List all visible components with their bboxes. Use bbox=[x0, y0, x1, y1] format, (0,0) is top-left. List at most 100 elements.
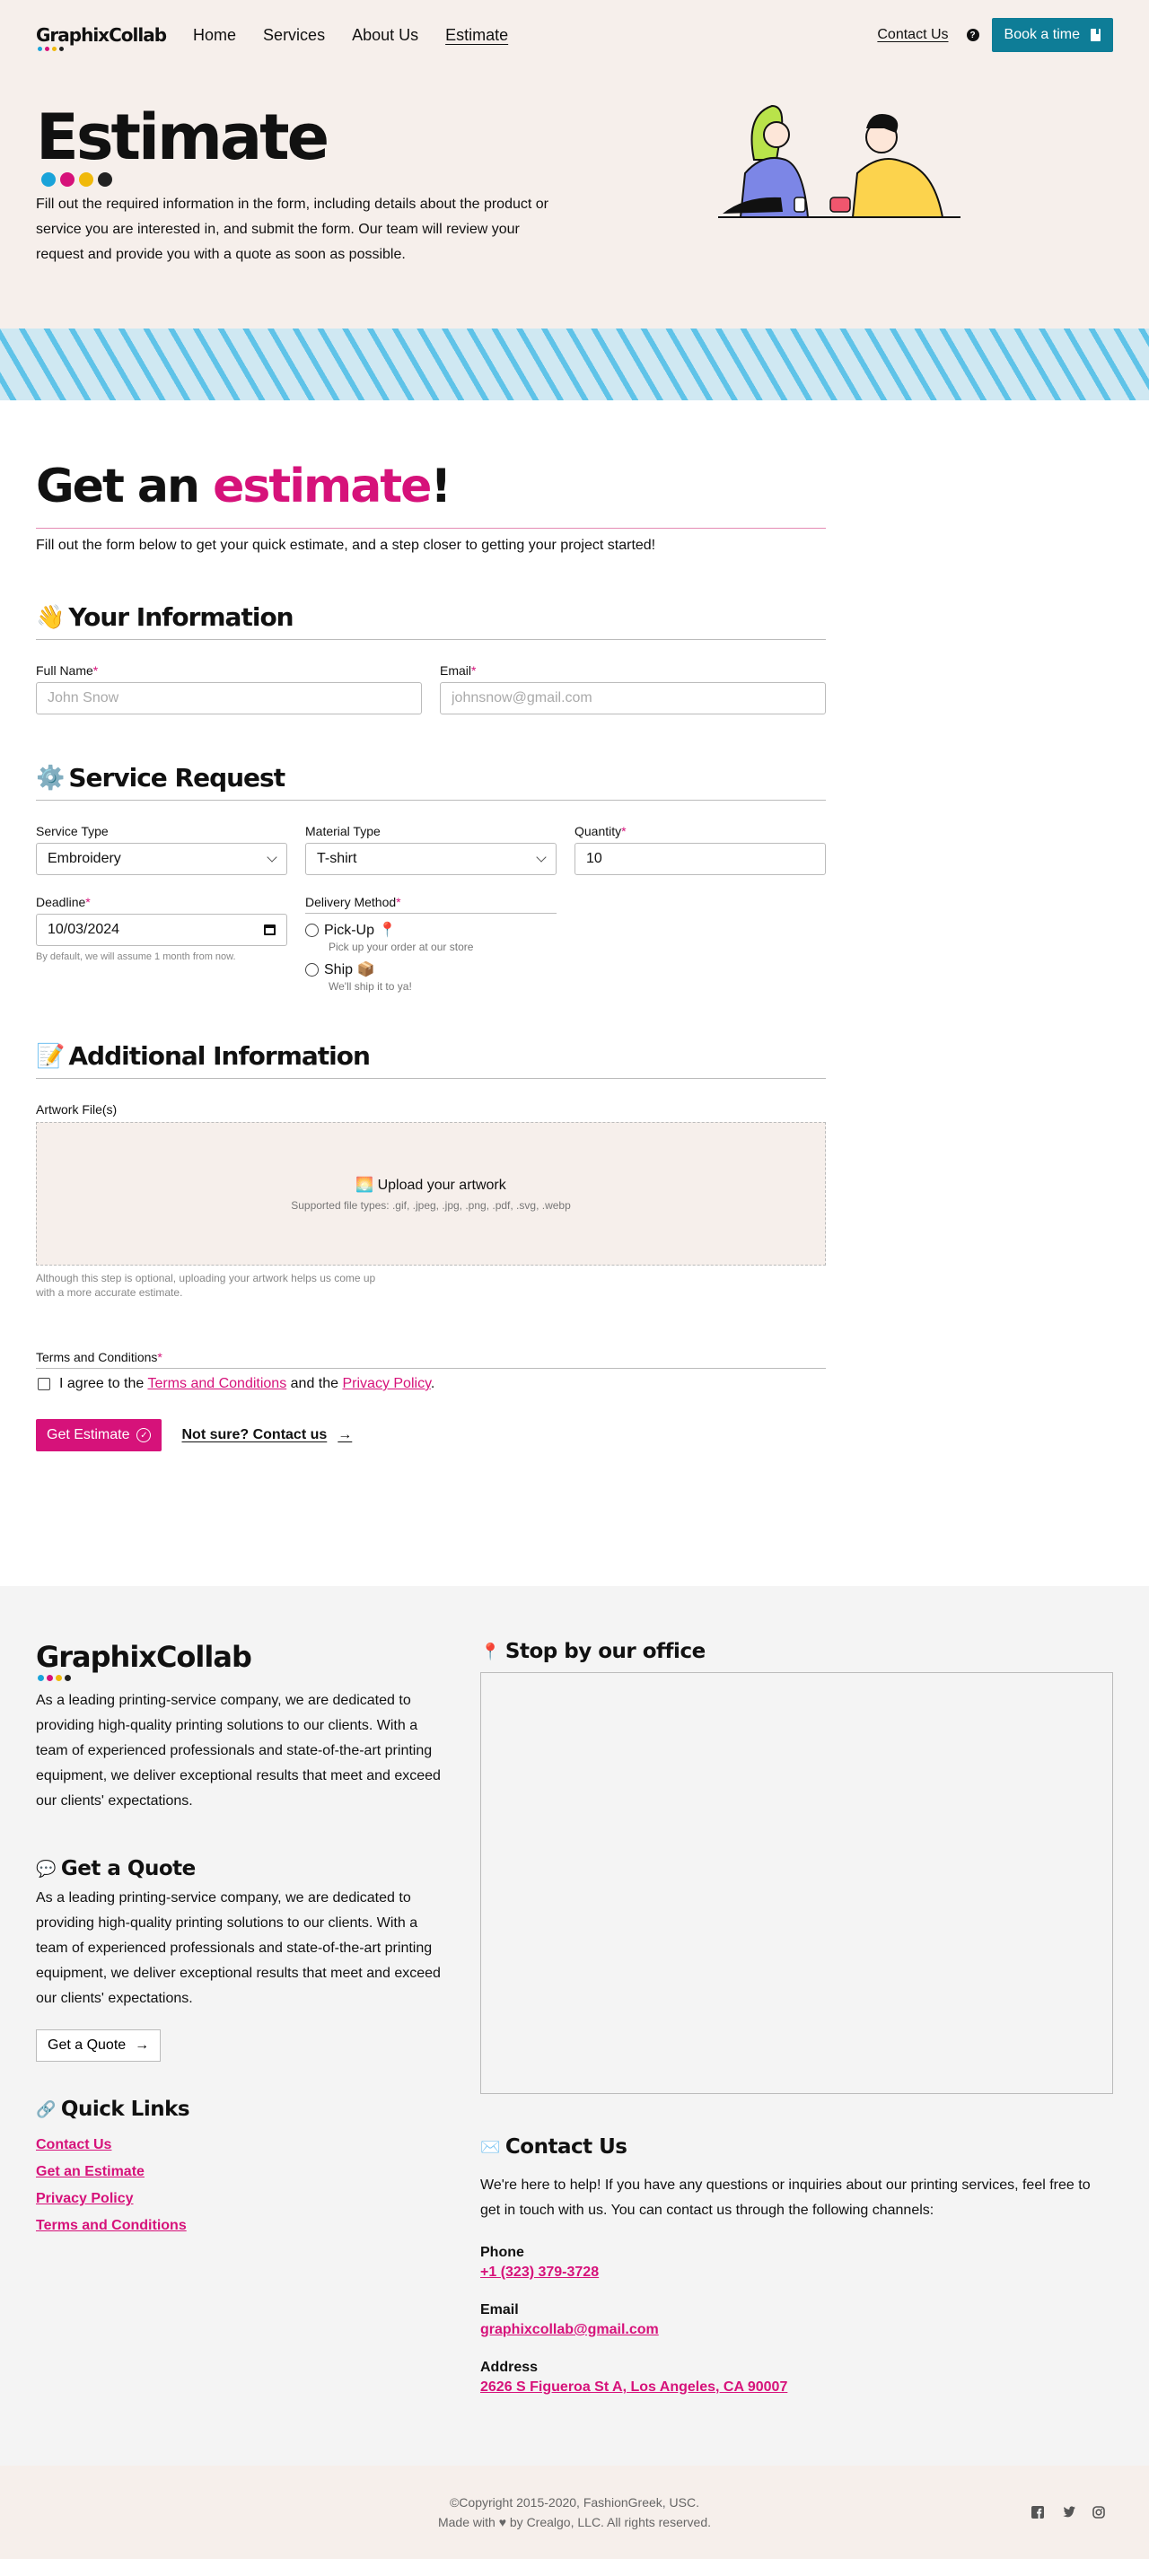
privacy-link[interactable]: Privacy Policy bbox=[342, 1376, 430, 1391]
section-title: Your Information bbox=[68, 602, 294, 632]
delivery-row: Deadline* 10/03/2024 By default, we will… bbox=[36, 895, 826, 993]
quick-link-privacy[interactable]: Privacy Policy bbox=[36, 2191, 444, 2207]
form-actions: Get Estimate ✓ Not sure? Contact us → bbox=[36, 1419, 826, 1451]
nav-right: Contact Us ? Book a time bbox=[877, 18, 1113, 52]
nav-link-services[interactable]: Services bbox=[263, 26, 325, 45]
logo[interactable]: GraphixCollab bbox=[36, 24, 167, 51]
service-type-select[interactable]: Embroidery bbox=[36, 843, 287, 875]
artwork-field: Artwork File(s) 🌅 Upload your artwork Su… bbox=[36, 1102, 826, 1300]
artwork-note: Although this step is optional, uploadin… bbox=[36, 1272, 376, 1299]
email-input[interactable] bbox=[440, 682, 826, 714]
memo-icon: 📝 bbox=[36, 1042, 66, 1069]
section-header: 📝 Additional Information bbox=[36, 1041, 826, 1079]
logo-dots bbox=[38, 1675, 71, 1681]
office-map[interactable] bbox=[480, 1672, 1113, 2094]
speech-bubble-icon: 💬 bbox=[36, 1859, 56, 1879]
email-link[interactable]: graphixcollab@gmail.com bbox=[480, 2322, 1113, 2338]
full-name-input[interactable] bbox=[36, 682, 422, 714]
material-type-field: Material Type T-shirt bbox=[305, 824, 557, 875]
quick-link-contact[interactable]: Contact Us bbox=[36, 2137, 444, 2153]
facebook-icon[interactable] bbox=[1031, 2505, 1045, 2519]
office-heading: 📍 Stop by our office bbox=[480, 1640, 706, 1663]
top-nav: GraphixCollab Home Services About Us Est… bbox=[0, 0, 1149, 70]
footer-left: GraphixCollab As a leading printing-serv… bbox=[36, 1640, 444, 2412]
get-estimate-label: Get Estimate bbox=[47, 1427, 130, 1442]
delivery-method-label: Delivery Method* bbox=[305, 895, 557, 914]
contact-text: We're here to help! If you have any ques… bbox=[480, 2177, 1091, 2218]
form-title: Get an estimate! bbox=[36, 463, 826, 510]
waving-hand-icon: 👋 bbox=[36, 603, 66, 630]
deadline-date-input[interactable]: 10/03/2024 bbox=[36, 914, 287, 946]
nav-link-estimate[interactable]: Estimate bbox=[445, 26, 508, 45]
deadline-field: Deadline* 10/03/2024 By default, we will… bbox=[36, 895, 287, 993]
terms-checkbox[interactable] bbox=[38, 1378, 50, 1390]
get-estimate-button[interactable]: Get Estimate ✓ bbox=[36, 1419, 162, 1451]
info-row: Full Name* Email* bbox=[36, 663, 826, 714]
book-a-time-button[interactable]: Book a time bbox=[991, 18, 1113, 52]
pickup-option[interactable]: Pick-Up 📍 bbox=[305, 921, 557, 939]
terms-link[interactable]: Terms and Conditions bbox=[147, 1376, 286, 1391]
upload-file-types: Supported file types: .gif, .jpeg, .jpg,… bbox=[291, 1199, 571, 1212]
service-request-section: ⚙️ Service Request Service Type Embroide… bbox=[36, 763, 826, 993]
estimate-form: Get an estimate! Fill out the form below… bbox=[0, 400, 862, 1451]
bookmark-icon bbox=[1091, 29, 1101, 41]
material-type-label: Material Type bbox=[305, 824, 381, 838]
form-title-post: ! bbox=[430, 460, 452, 513]
arrow-right-icon: → bbox=[338, 1427, 353, 1442]
calendar-icon[interactable] bbox=[264, 924, 276, 935]
not-sure-contact-link[interactable]: Not sure? Contact us → bbox=[181, 1427, 352, 1443]
pickup-radio[interactable] bbox=[305, 923, 319, 937]
quantity-field: Quantity* bbox=[574, 824, 826, 875]
pickup-label: Pick-Up 📍 bbox=[324, 923, 397, 938]
hero: Estimate Fill out the required informati… bbox=[0, 70, 1149, 329]
form-title-pre: Get an bbox=[36, 460, 214, 513]
link-icon: 🔗 bbox=[36, 2099, 56, 2119]
people-illustration bbox=[718, 104, 960, 218]
nav-contact-link[interactable]: Contact Us bbox=[877, 27, 948, 43]
section-title: Additional Information bbox=[68, 1041, 371, 1071]
envelope-icon: ✉️ bbox=[480, 2137, 500, 2157]
footer-right: 📍 Stop by our office ✉️ Contact Us We're h… bbox=[480, 1640, 1113, 2412]
social-links bbox=[1031, 2505, 1106, 2519]
pin-icon: 📍 bbox=[480, 1642, 500, 1661]
nav-link-home[interactable]: Home bbox=[193, 26, 236, 45]
material-type-select[interactable]: T-shirt bbox=[305, 843, 557, 875]
footer-logo[interactable]: GraphixCollab bbox=[36, 1640, 252, 1681]
full-name-label: Full Name* bbox=[36, 663, 99, 678]
quick-link-terms[interactable]: Terms and Conditions bbox=[36, 2218, 444, 2234]
contact-heading: ✉️ Contact Us bbox=[480, 2135, 627, 2159]
ship-radio[interactable] bbox=[305, 962, 319, 977]
get-quote-heading: 💬 Get a Quote bbox=[36, 1857, 196, 1880]
bottom-bar: ©Copyright 2015-2020, FashionGreek, USC.… bbox=[0, 2466, 1149, 2559]
your-information-section: 👋 Your Information Full Name* Email* bbox=[36, 602, 826, 714]
help-icon[interactable]: ? bbox=[966, 29, 979, 41]
quick-links-heading: 🔗 Quick Links bbox=[36, 2098, 190, 2121]
quick-link-estimate[interactable]: Get an Estimate bbox=[36, 2164, 444, 2180]
quantity-input[interactable] bbox=[574, 843, 826, 875]
artwork-upload-dropzone[interactable]: 🌅 Upload your artwork Supported file typ… bbox=[36, 1122, 826, 1266]
service-row: Service Type Embroidery Material Type T-… bbox=[36, 824, 826, 875]
logo-dots bbox=[38, 47, 64, 51]
address-link[interactable]: 2626 S Figueroa St A, Los Angeles, CA 90… bbox=[480, 2379, 1113, 2396]
hero-description: Fill out the required information in the… bbox=[36, 197, 548, 262]
artwork-label: Artwork File(s) bbox=[36, 1102, 118, 1117]
gear-icon: ⚙️ bbox=[36, 764, 66, 791]
nav-link-about[interactable]: About Us bbox=[352, 26, 418, 45]
quick-links-block: 🔗 Quick Links Contact Us Get an Estimate … bbox=[36, 2098, 444, 2234]
footer: GraphixCollab As a leading printing-serv… bbox=[0, 1586, 1149, 2466]
terms-agree-row: I agree to the Terms and Conditions and … bbox=[36, 1376, 826, 1392]
twitter-icon[interactable] bbox=[1061, 2505, 1075, 2519]
logo-text: GraphixCollab bbox=[36, 24, 167, 46]
phone-link[interactable]: +1 (323) 379-3728 bbox=[480, 2265, 1113, 2281]
get-a-quote-button[interactable]: Get a Quote → bbox=[36, 2029, 162, 2062]
title-divider bbox=[36, 528, 826, 529]
quantity-label: Quantity* bbox=[574, 824, 627, 838]
delivery-method-field: Delivery Method* Pick-Up 📍 Pick up your … bbox=[305, 895, 557, 993]
contact-block: ✉️ Contact Us We're here to help! If you … bbox=[480, 2135, 1113, 2396]
email-field: Email* bbox=[440, 663, 826, 714]
made-with: Made with ♥ by Crealgo, LLC. All rights … bbox=[437, 2515, 711, 2529]
ship-option[interactable]: Ship 📦 bbox=[305, 960, 557, 978]
quick-links-list: Contact Us Get an Estimate Privacy Polic… bbox=[36, 2137, 444, 2234]
instagram-icon[interactable] bbox=[1092, 2505, 1106, 2519]
